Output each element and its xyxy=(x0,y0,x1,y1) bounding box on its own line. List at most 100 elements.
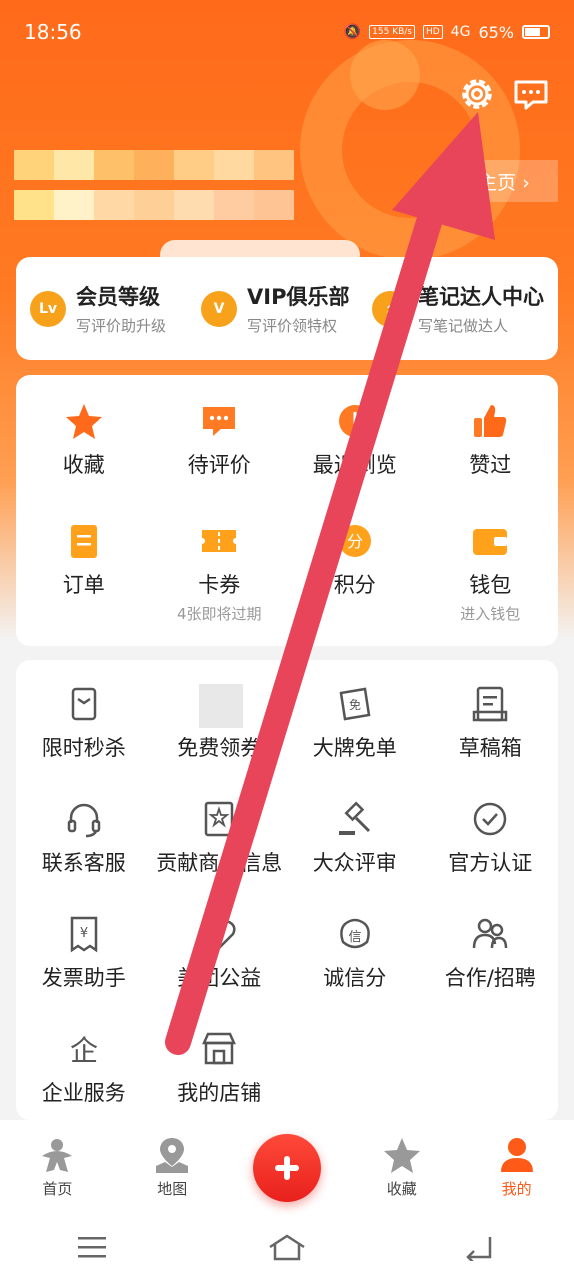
store-icon xyxy=(199,1029,239,1069)
ticket-free-icon: 免 xyxy=(335,684,375,724)
hd-badge: HD xyxy=(422,25,443,39)
star-icon xyxy=(64,401,104,441)
quick-action-label: 收藏 xyxy=(62,453,105,477)
tool-label: 限时秒杀 xyxy=(41,736,126,760)
net-speed: 155 KB/s xyxy=(369,25,415,39)
comment-icon xyxy=(199,401,239,441)
nav-mine[interactable]: 我的 xyxy=(459,1136,574,1199)
plus-icon[interactable] xyxy=(252,1133,321,1202)
enterprise-icon: 企 xyxy=(64,1029,104,1069)
credit-icon: 信 xyxy=(335,914,375,954)
tool-item[interactable]: 我的店铺 xyxy=(152,1005,288,1120)
vip-icon: V xyxy=(201,290,237,327)
quick-action-label: 积分 xyxy=(333,573,376,597)
quick-action-item[interactable]: 卡券 4张即将过期 xyxy=(152,495,288,623)
tool-item[interactable]: 官方认证 xyxy=(423,775,559,890)
nav-home[interactable]: 首页 xyxy=(0,1136,115,1199)
tool-item[interactable]: ¥ 发票助手 xyxy=(16,890,152,1005)
lightning-icon: ⚡ xyxy=(372,290,408,327)
status-time: 18:56 xyxy=(24,20,82,44)
tool-item[interactable]: 联系客服 xyxy=(16,775,152,890)
menu-icon[interactable] xyxy=(78,1235,110,1259)
gavel-icon xyxy=(335,799,375,839)
points-icon: 分 xyxy=(335,521,375,561)
quick-action-item[interactable]: 订单 xyxy=(16,495,152,615)
tool-label: 诚信分 xyxy=(323,966,387,990)
quick-action-item[interactable]: 赞过 xyxy=(423,375,559,495)
flash-sale-icon xyxy=(64,684,104,724)
wallet-icon xyxy=(470,521,510,561)
system-navigation-bar xyxy=(0,1215,574,1279)
partner-icon xyxy=(470,914,510,954)
tool-label: 联系客服 xyxy=(41,851,126,875)
system-home-icon[interactable] xyxy=(267,1233,307,1261)
tool-item[interactable]: 大众评审 xyxy=(287,775,423,890)
status-bar: 18:56 🔕 155 KB/s HD 4G 65% xyxy=(0,0,574,64)
tool-item[interactable]: 限时秒杀 xyxy=(16,660,152,775)
signal-label: 4G xyxy=(450,24,471,40)
charity-icon xyxy=(199,914,239,954)
nav-home-label: 首页 xyxy=(42,1180,73,1198)
member-level-subtitle: 写评价助升级 xyxy=(76,317,167,335)
quick-action-item[interactable]: 分积分 xyxy=(287,495,423,615)
quick-action-label: 订单 xyxy=(62,573,105,597)
map-icon xyxy=(156,1138,189,1173)
note-expert-item[interactable]: ⚡ 笔记达人中心 写笔记做达人 xyxy=(372,281,544,336)
quick-action-label: 最近浏览 xyxy=(312,453,397,477)
quick-action-item[interactable]: 钱包 进入钱包 xyxy=(423,495,559,623)
mute-icon: 🔕 xyxy=(343,24,362,40)
vip-club-subtitle: 写评价领特权 xyxy=(247,317,338,335)
svg-text:免: 免 xyxy=(349,697,361,712)
nav-map[interactable]: 地图 xyxy=(115,1136,230,1199)
thumbs-up-icon xyxy=(470,401,510,441)
tool-item[interactable]: 信诚信分 xyxy=(287,890,423,1005)
tool-label: 我的店铺 xyxy=(177,1081,262,1105)
tools-card: 限时秒杀 免费领券免大牌免单 草稿箱 联系客服 贡献商户信息 大众评审 官方认证 ¥ 发票助手美… xyxy=(16,660,558,1120)
nav-favorites-label: 收藏 xyxy=(386,1180,417,1198)
avatar-blurred[interactable] xyxy=(14,150,314,230)
profile-home-link[interactable]: 主页 › xyxy=(450,160,558,202)
tool-item[interactable]: 合作/招聘 xyxy=(423,890,559,1005)
nav-post[interactable] xyxy=(230,1133,345,1202)
home-icon xyxy=(42,1139,73,1172)
settings-gear-icon[interactable] xyxy=(457,74,497,114)
tool-label: 草稿箱 xyxy=(458,736,522,760)
vip-club-title: VIP俱乐部 xyxy=(247,285,350,309)
battery-percent: 65% xyxy=(478,22,514,42)
tool-item[interactable]: 美团公益 xyxy=(152,890,288,1005)
vip-club-item[interactable]: V VIP俱乐部 写评价领特权 xyxy=(201,281,372,336)
tool-item[interactable]: 免大牌免单 xyxy=(287,660,423,775)
quick-action-item[interactable]: 最近浏览 xyxy=(287,375,423,495)
member-level-item[interactable]: Lv 会员等级 写评价助升级 xyxy=(30,281,201,336)
free-icon xyxy=(199,684,244,728)
svg-text:信: 信 xyxy=(348,930,361,945)
nav-favorites[interactable]: 收藏 xyxy=(344,1136,459,1199)
quick-action-sublabel: 进入钱包 xyxy=(460,605,521,623)
order-icon xyxy=(64,521,104,561)
quick-action-item[interactable]: 待评价 xyxy=(152,375,288,495)
tool-item[interactable]: 企企业服务 xyxy=(16,1005,152,1120)
back-icon[interactable] xyxy=(464,1233,496,1261)
nav-map-label: 地图 xyxy=(157,1180,188,1198)
profile-icon xyxy=(500,1138,533,1172)
quick-action-sublabel: 4张即将过期 xyxy=(176,605,262,623)
tool-label: 合作/招聘 xyxy=(444,966,536,990)
message-icon[interactable] xyxy=(511,74,551,114)
tool-label: 免费领券 xyxy=(177,736,262,760)
tool-item[interactable]: 草稿箱 xyxy=(423,660,559,775)
invoice-icon: ¥ xyxy=(64,914,104,954)
quick-action-label: 钱包 xyxy=(469,573,512,597)
tool-label: 大牌免单 xyxy=(312,736,397,760)
verified-icon xyxy=(470,799,510,839)
membership-card: Lv 会员等级 写评价助升级 V VIP俱乐部 写评价领特权 ⚡ 笔记达人中心 … xyxy=(16,257,558,360)
tool-label: 美团公益 xyxy=(177,966,262,990)
tool-label: 官方认证 xyxy=(448,851,533,875)
tool-item[interactable]: 贡献商户信息 xyxy=(152,775,288,890)
quick-action-item[interactable]: 收藏 xyxy=(16,375,152,495)
tool-item[interactable]: 免费领券 xyxy=(152,660,288,775)
coupon-icon xyxy=(199,521,239,561)
tool-label: 企业服务 xyxy=(41,1081,126,1105)
tool-label: 贡献商户信息 xyxy=(156,851,283,875)
note-expert-subtitle: 写笔记做达人 xyxy=(418,317,509,335)
nav-mine-label: 我的 xyxy=(501,1180,532,1198)
